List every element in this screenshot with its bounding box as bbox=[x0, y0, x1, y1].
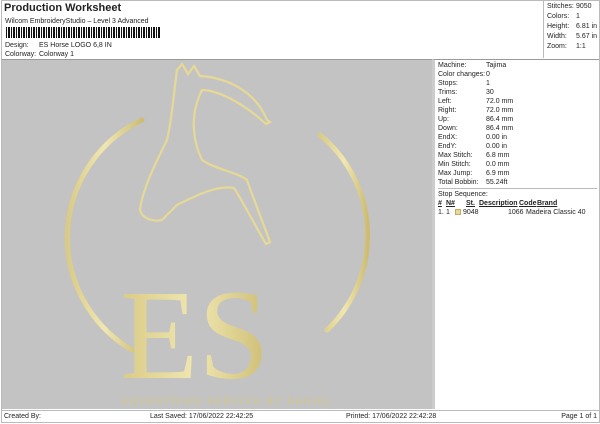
detail-label: Right: bbox=[438, 107, 457, 114]
stop-sequence-header: # N# St. DescriptionCodeBrand bbox=[438, 199, 597, 208]
colorway-row: Colorway: Colorway 1 bbox=[5, 51, 74, 58]
software-name: Wilcom EmbroideryStudio – Level 3 Advanc… bbox=[5, 18, 149, 25]
page-title: Production Worksheet bbox=[4, 2, 122, 14]
detail-row: Trims: 30 bbox=[438, 88, 597, 97]
detail-label: Left: bbox=[438, 98, 452, 105]
detail-row: EndY: 0.00 in bbox=[438, 142, 597, 151]
col-st: St. bbox=[466, 200, 475, 207]
col-n: N# bbox=[446, 200, 455, 207]
detail-label: EndX: bbox=[438, 134, 458, 141]
stop-stitches: 9048 bbox=[463, 209, 479, 216]
stat-row: Height: 6.81 in bbox=[547, 22, 597, 32]
detail-row: Down: 86.4 mm bbox=[438, 124, 597, 133]
stat-label: Height: bbox=[547, 23, 570, 30]
detail-value: 0.00 in bbox=[486, 143, 508, 150]
detail-value: 6.9 mm bbox=[486, 170, 510, 177]
detail-value: 0.00 in bbox=[486, 134, 508, 141]
detail-label: Total Bobbin: bbox=[438, 179, 479, 186]
colorway-label: Colorway: bbox=[5, 51, 37, 58]
stop-code: 1066 bbox=[508, 209, 524, 216]
design-preview: ES EQUESTRIAN SERVICE BY DANIEL bbox=[2, 59, 432, 409]
detail-value: Tajima bbox=[486, 62, 507, 69]
detail-row: Color changes:0 bbox=[438, 70, 597, 79]
detail-value: 30 bbox=[486, 89, 494, 96]
stat-label: Width: bbox=[547, 33, 567, 40]
stat-label: Colors: bbox=[547, 13, 570, 20]
barcode bbox=[6, 27, 160, 38]
worksheet-header: Production Worksheet Wilcom EmbroiderySt… bbox=[2, 1, 542, 59]
detail-row: EndX: 0.00 in bbox=[438, 133, 597, 142]
detail-value: 72.0 mm bbox=[486, 107, 514, 114]
detail-value: 86.4 mm bbox=[486, 116, 514, 123]
detail-value: 0 bbox=[486, 71, 490, 78]
detail-label: Trims: bbox=[438, 89, 458, 96]
stop-row: 1. 1 9048 1066 Madeira Classic 40 bbox=[438, 208, 597, 217]
stop-sequence: Stop Sequence: # N# St. DescriptionCodeBran… bbox=[438, 188, 597, 217]
circle-arc-right bbox=[317, 132, 371, 333]
detail-label: Down: bbox=[438, 125, 458, 132]
created-by: Created By: bbox=[4, 413, 41, 420]
detail-value: 0.0 mm bbox=[486, 161, 510, 168]
stat-row: Zoom: 1:1 bbox=[547, 42, 597, 52]
col-brand: Brand bbox=[537, 200, 558, 207]
stop-n: 1 bbox=[446, 209, 450, 216]
detail-row: Min Stitch: 0.0 mm bbox=[438, 160, 597, 169]
page-number: Page 1 of 1 bbox=[561, 413, 597, 420]
detail-row: Left: 72.0 mm bbox=[438, 97, 597, 106]
design-label: Design: bbox=[5, 42, 29, 49]
detail-row: Max Jump: 6.9 mm bbox=[438, 169, 597, 178]
stop-num: 1. bbox=[438, 209, 444, 216]
horse-head-outline bbox=[138, 62, 273, 246]
detail-row: Machine: Tajima bbox=[438, 61, 597, 70]
stat-row: Width: 5.67 in bbox=[547, 32, 597, 42]
color-swatch bbox=[455, 209, 461, 215]
detail-label: Max Jump: bbox=[438, 170, 473, 177]
col-code: Code bbox=[519, 200, 537, 207]
detail-label: EndY: bbox=[438, 143, 457, 150]
details-panel: Machine: Tajima Color changes:0 Stops: 1 Trim… bbox=[432, 59, 600, 409]
detail-value: 1 bbox=[486, 80, 490, 87]
detail-value: 55.24ft bbox=[486, 179, 508, 186]
stat-label: Zoom: bbox=[547, 43, 567, 50]
detail-label: Min Stitch: bbox=[438, 161, 471, 168]
stat-label: Stitches: bbox=[547, 3, 574, 10]
footer: Created By: Last Saved: 17/06/2022 22:42… bbox=[2, 410, 600, 422]
detail-row: Total Bobbin: 55.24ft bbox=[438, 178, 597, 187]
stat-value: 9050 bbox=[576, 3, 592, 10]
printed-date: Printed: 17/06/2022 22:42:28 bbox=[346, 413, 437, 420]
stat-value: 5.67 in bbox=[576, 33, 598, 40]
stat-value: 1 bbox=[576, 13, 580, 20]
stat-row: Stitches: 9050 bbox=[547, 2, 597, 12]
detail-label: Color changes: bbox=[438, 71, 486, 78]
design-row: Design: ES Horse LOGO 6,8 IN bbox=[5, 42, 112, 49]
stop-sequence-title: Stop Sequence: bbox=[438, 191, 488, 198]
embroidery-design: ES EQUESTRIAN SERVICE BY DANIEL bbox=[64, 62, 371, 406]
detail-label: Up: bbox=[438, 116, 449, 123]
logo-letters: ES bbox=[120, 264, 269, 406]
stats-box: Stitches: 9050 Colors: 1 Height: 6.81 in Wi… bbox=[543, 0, 600, 58]
stop-brand: Madeira Classic 40 bbox=[526, 209, 586, 216]
detail-row: Right: 72.0 mm bbox=[438, 106, 597, 115]
stat-value: 1:1 bbox=[576, 43, 586, 50]
stat-value: 6.81 in bbox=[576, 23, 598, 30]
detail-row: Max Stitch: 6.8 mm bbox=[438, 151, 597, 160]
detail-value: 86.4 mm bbox=[486, 125, 514, 132]
design-value: ES Horse LOGO 6,8 IN bbox=[39, 42, 112, 49]
detail-row: Up: 86.4 mm bbox=[438, 115, 597, 124]
col-description: Description bbox=[479, 200, 518, 207]
logo-tagline: EQUESTRIAN SERVICE BY DANIEL bbox=[122, 396, 333, 406]
last-saved: Last Saved: 17/06/2022 22:42:25 bbox=[150, 413, 254, 420]
detail-row: Stops: 1 bbox=[438, 79, 597, 88]
stat-row: Colors: 1 bbox=[547, 12, 597, 22]
colorway-value: Colorway 1 bbox=[39, 51, 75, 58]
detail-label: Stops: bbox=[438, 80, 458, 87]
detail-label: Machine: bbox=[438, 62, 467, 69]
detail-value: 72.0 mm bbox=[486, 98, 514, 105]
col-num: # bbox=[438, 200, 442, 207]
detail-label: Max Stitch: bbox=[438, 152, 473, 159]
detail-value: 6.8 mm bbox=[486, 152, 510, 159]
